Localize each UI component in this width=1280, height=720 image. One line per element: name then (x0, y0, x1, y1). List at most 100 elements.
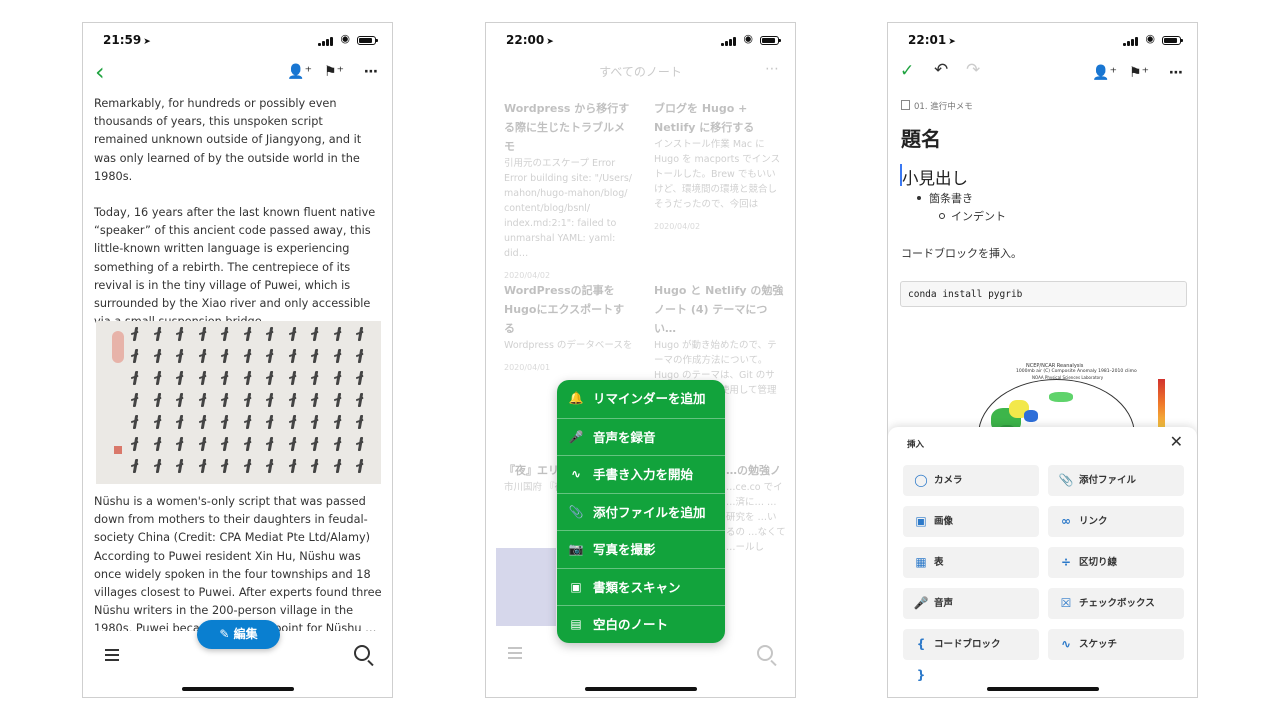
insert-divider-button[interactable]: ÷ 区切り線 (1048, 547, 1184, 578)
menu-item-handwriting[interactable]: ∿ 手書き入力を開始 (557, 455, 725, 494)
script-glyph (222, 415, 229, 429)
script-glyph (200, 459, 206, 473)
menu-item-scan[interactable]: ▣ 書類をスキャン (557, 567, 725, 607)
page-title: すべてのノート (599, 65, 682, 79)
done-check-icon[interactable]: ✓ (900, 61, 914, 81)
script-glyph (245, 459, 251, 473)
script-glyph (222, 327, 229, 341)
insert-label: 表 (934, 557, 944, 568)
edit-button[interactable]: ✎ 編集 (197, 620, 280, 649)
menu-item-reminder[interactable]: 🔔 リマインダーを追加 (557, 380, 725, 418)
script-glyph (290, 415, 296, 429)
bullet-item[interactable]: 箇条書き (917, 190, 973, 206)
note-card-snippet: …ce.co でイ …済に… …研究を …いるの …なくて …ールし (726, 482, 786, 553)
share-user-icon[interactable]: 👤⁺ (287, 64, 312, 80)
insert-label: 音声 (934, 598, 954, 609)
script-glyph (267, 327, 274, 341)
notebook-icon (901, 100, 910, 110)
note-heading[interactable]: 小見出し (902, 165, 968, 189)
script-glyph (267, 437, 274, 451)
script-glyph (312, 349, 319, 363)
notification-add-icon[interactable]: ⚑⁺ (1129, 65, 1149, 81)
script-glyph (177, 393, 184, 407)
script-glyph (132, 459, 139, 473)
insert-sketch-button[interactable]: ∿ スケッチ (1048, 629, 1184, 660)
camera-icon: 📷 (568, 542, 584, 556)
scan-icon: ▣ (570, 579, 582, 594)
insert-label: 画像 (934, 516, 954, 527)
script-glyph (177, 327, 184, 341)
close-icon[interactable]: ✕ (1170, 432, 1183, 451)
phone-reading-view: 21:59 ➤ ◉ ‹ 👤⁺ ⚑⁺ ⋯ Remarkably, for hundr… (82, 22, 393, 698)
menu-item-label: 空白のノート (593, 617, 669, 632)
script-glyph (290, 437, 296, 451)
menu-icon[interactable] (508, 647, 522, 662)
note-paragraph[interactable]: コードブロックを挿入。 (901, 245, 1022, 261)
back-chevron-icon[interactable]: ‹ (95, 60, 105, 84)
insert-label: チェックボックス (1079, 598, 1155, 609)
script-glyph (222, 393, 229, 407)
note-card[interactable]: WordPressの記事をHugoにエクスポートする Wordpress のデー… (504, 281, 634, 376)
notification-add-icon[interactable]: ⚑⁺ (324, 64, 344, 80)
microphone-icon: 🎤 (913, 596, 929, 610)
menu-item-photo[interactable]: 📷 写真を撮影 (557, 530, 725, 569)
search-icon[interactable] (354, 645, 370, 661)
script-glyph (200, 415, 206, 429)
status-time: 21:59 ➤ (103, 33, 151, 47)
script-glyph (357, 459, 364, 473)
microphone-icon: 🎤 (568, 429, 584, 444)
note-card[interactable]: ブログを Hugo + Netlify に移行する インストール作業 Mac に… (654, 99, 784, 235)
script-glyph (290, 349, 296, 363)
status-bar: 22:01 ➤ ◉ (888, 23, 1197, 57)
note-card[interactable]: Wordpress から移行する際に生じたトラブルメモ 引用元のエスケープ Er… (504, 99, 634, 284)
pencil-icon: ✎ (219, 627, 230, 641)
note-card-title: Hugo と Netlify の勉強ノート (4) テーマについ… (654, 284, 784, 335)
share-user-icon[interactable]: 👤⁺ (1092, 65, 1117, 81)
notebook-breadcrumb[interactable]: 01. 進行中メモ (901, 100, 973, 112)
menu-item-blank-note[interactable]: ▤ 空白のノート (557, 605, 725, 644)
home-indicator (986, 687, 1099, 691)
insert-label: 添付ファイル (1079, 475, 1137, 486)
note-icon: ▤ (570, 617, 582, 631)
map-caption: 1000mb air (C) Composite Anomaly 1981–20… (1016, 369, 1137, 374)
undo-icon[interactable]: ↶ (934, 60, 948, 80)
menu-icon[interactable] (105, 649, 119, 664)
script-glyph (267, 371, 274, 385)
note-card-title: WordPressの記事をHugoにエクスポートする (504, 284, 625, 335)
menu-item-attachment[interactable]: 📎 添付ファイルを追加 (557, 492, 725, 532)
more-options-icon[interactable]: ⋯ (364, 64, 378, 80)
menu-item-label: 音声を録音 (593, 429, 656, 445)
script-glyph (132, 393, 139, 407)
more-options-icon[interactable]: ⋯ (765, 61, 779, 77)
insert-link-button[interactable]: ∞ リンク (1048, 506, 1184, 537)
script-glyph (312, 437, 319, 451)
menu-item-label: 添付ファイルを追加 (593, 504, 706, 520)
menu-item-audio[interactable]: 🎤 音声を録音 (557, 417, 725, 457)
insert-checkbox-button[interactable]: ☒ チェックボックス (1048, 588, 1184, 619)
script-glyph (357, 437, 364, 451)
more-options-icon[interactable]: ⋯ (1169, 65, 1183, 81)
script-glyph (290, 327, 296, 341)
script-glyph (200, 393, 206, 407)
insert-image-button[interactable]: ▣ 画像 (903, 506, 1039, 537)
script-glyph (267, 393, 274, 407)
menu-item-label: 手書き入力を開始 (593, 467, 694, 482)
sub-bullet-item[interactable]: インデント (939, 208, 1006, 224)
insert-table-button[interactable]: ▦ 表 (903, 547, 1039, 578)
note-title[interactable]: 題名 (901, 123, 941, 152)
redo-icon[interactable]: ↷ (966, 60, 980, 80)
insert-codeblock-button[interactable]: { } コードブロック (903, 629, 1039, 682)
note-card[interactable]: …の勉強ノ …ce.co でイ …済に… …研究を …いるの …なくて …ールし (726, 461, 786, 555)
script-glyph (335, 393, 341, 407)
search-icon[interactable] (757, 645, 773, 661)
script-glyph (200, 327, 206, 341)
script-glyph (357, 393, 364, 407)
code-block[interactable]: conda install pygrib (900, 281, 1187, 307)
image-caption: Nüshu is a women's-only script that was … (94, 495, 371, 545)
braces-icon: { } (916, 637, 926, 682)
insert-camera-button[interactable]: ◯ カメラ (903, 465, 1039, 496)
insert-audio-button[interactable]: 🎤 音声 (903, 588, 1039, 619)
script-glyph (290, 459, 296, 473)
insert-attachment-button[interactable]: 📎 添付ファイル (1048, 465, 1184, 496)
insert-label: コードブロック (934, 639, 1001, 650)
